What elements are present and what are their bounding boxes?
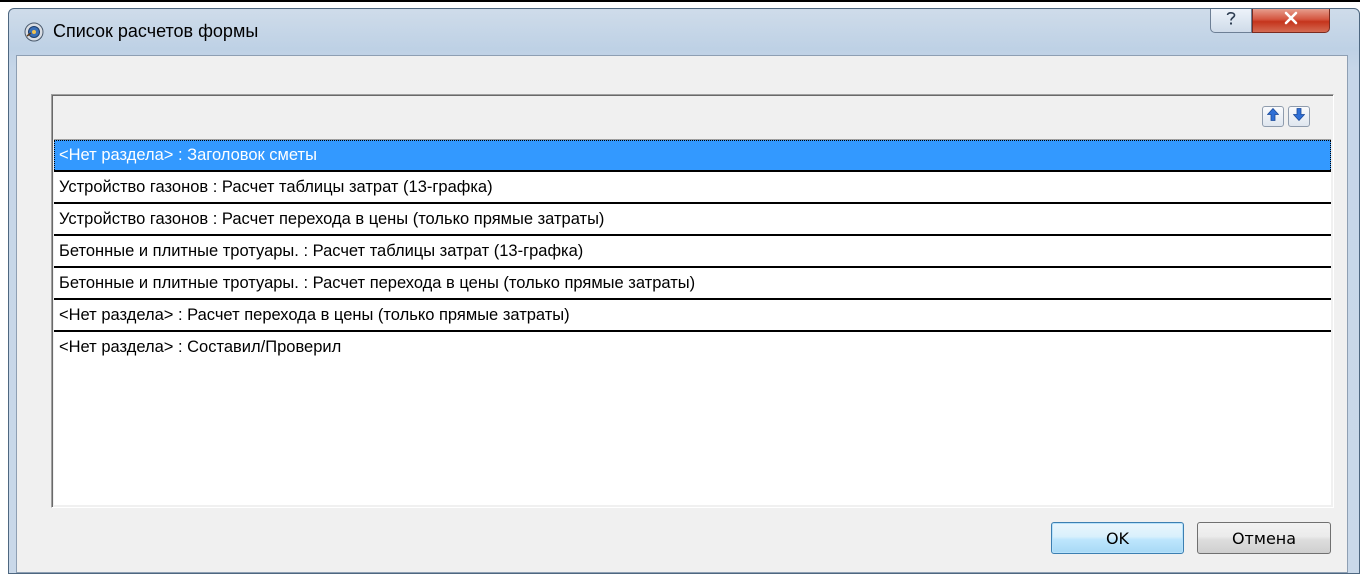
list-item[interactable]: Бетонные и плитные тротуары. : Расчет та… — [54, 236, 1331, 268]
close-button[interactable] — [1252, 9, 1330, 33]
app-icon — [24, 22, 44, 42]
calculations-panel: <Нет раздела> : Заголовок сметы Устройст… — [51, 94, 1334, 508]
list-item[interactable]: Устройство газонов : Расчет таблицы затр… — [54, 172, 1331, 204]
close-icon — [1283, 11, 1299, 30]
arrow-down-icon — [1292, 107, 1306, 126]
list-item[interactable]: Бетонные и плитные тротуары. : Расчет пе… — [54, 268, 1331, 300]
ok-button[interactable]: OK — [1051, 522, 1184, 554]
cancel-button[interactable]: Отмена — [1197, 522, 1331, 554]
help-button[interactable] — [1210, 9, 1252, 33]
list-item[interactable]: <Нет раздела> : Составил/Проверил — [54, 332, 1331, 364]
arrow-up-icon — [1266, 107, 1280, 126]
list-item[interactable]: <Нет раздела> : Заголовок сметы — [54, 140, 1331, 172]
top-border-line — [0, 0, 1360, 2]
dialog-title: Список расчетов формы — [53, 21, 259, 41]
dialog-window: Список расчетов формы <Нет раздела>: За… — [8, 8, 1360, 574]
move-down-button[interactable] — [1288, 106, 1310, 127]
title-bar[interactable]: Список расчетов формы — [9, 9, 1359, 53]
dialog-body: <Нет раздела> : Заголовок сметы Устройст… — [16, 55, 1348, 573]
list-item[interactable]: <Нет раздела> : Расчет перехода в цены (… — [54, 300, 1331, 332]
move-up-button[interactable] — [1262, 106, 1284, 127]
help-icon — [1224, 10, 1238, 31]
list-item[interactable]: Устройство газонов : Расчет перехода в ц… — [54, 204, 1331, 236]
calculations-list[interactable]: <Нет раздела> : Заголовок сметы Устройст… — [54, 139, 1331, 505]
